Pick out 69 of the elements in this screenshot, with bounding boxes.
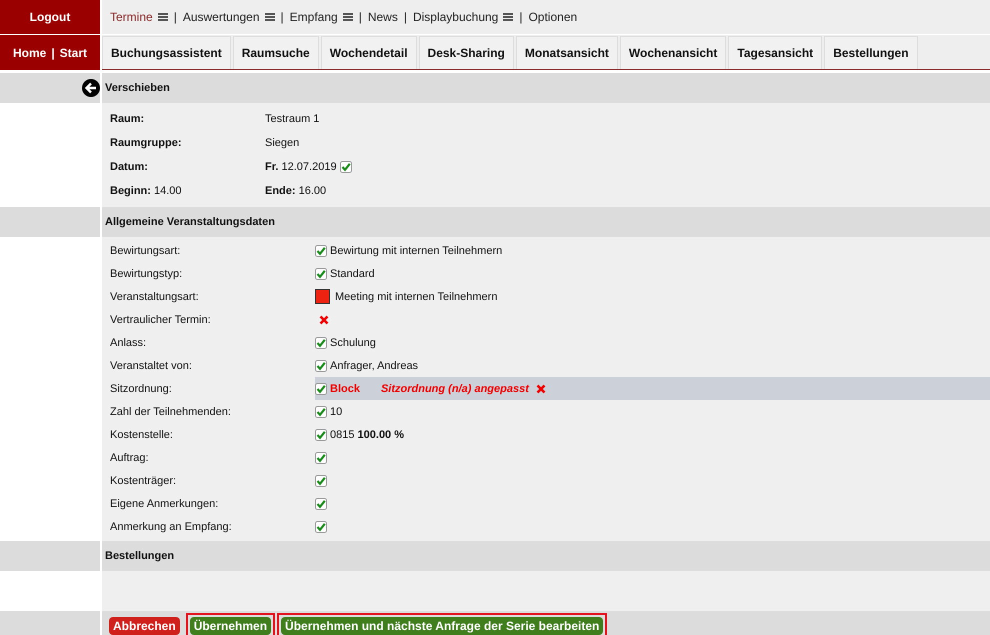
field-value: 16.00 xyxy=(298,185,326,197)
tab[interactable]: Raumsuche xyxy=(232,36,319,69)
field-value: 0815 100.00 % xyxy=(330,428,404,440)
nav-link[interactable]: Termine xyxy=(110,10,153,24)
warning-text: Sitzordnung (n/a) angepasst xyxy=(380,382,529,394)
tab[interactable]: Tagesansicht xyxy=(728,36,822,69)
field-value: Schulung xyxy=(330,336,376,348)
field-value: Meeting mit internen Teilnehmern xyxy=(335,290,498,302)
field-label: Auftrag: xyxy=(110,452,150,464)
menu-icon[interactable] xyxy=(342,13,353,21)
field-value: 12.07.2019 xyxy=(282,161,337,173)
menu-icon[interactable] xyxy=(158,13,168,21)
field-label: Datum: xyxy=(110,161,149,173)
nav-link[interactable]: News xyxy=(368,10,398,24)
tab[interactable]: Desk-Sharing xyxy=(418,36,514,69)
cross-icon xyxy=(536,384,546,394)
confirm-button[interactable]: Übernehmen xyxy=(190,617,272,635)
field-label: Ende: xyxy=(265,185,296,197)
menu-icon[interactable] xyxy=(503,13,514,21)
field-label: Eigene Anmerkungen: xyxy=(110,498,220,510)
separator: | xyxy=(519,10,522,24)
field-label: Bewirtungstyp: xyxy=(110,268,184,280)
back-icon[interactable] xyxy=(82,79,100,97)
tab[interactable]: Wochendetail xyxy=(320,36,417,69)
field-label: Zahl der Teilnehmenden: xyxy=(110,406,232,418)
field-label: Anlass: xyxy=(110,336,148,348)
separator: | xyxy=(404,10,407,24)
menu-icon[interactable] xyxy=(264,13,275,21)
tab[interactable]: Buchungsassistent xyxy=(102,36,231,69)
field-label: Raum: xyxy=(110,113,146,125)
weekday: Fr. xyxy=(265,161,278,173)
field-value: Standard xyxy=(330,268,375,280)
nav-link[interactable]: Displaybuchung xyxy=(412,10,498,24)
section-title: Bestellungen xyxy=(105,550,174,562)
field-label: Veranstaltungsart: xyxy=(110,290,200,302)
field-label: Veranstaltet von: xyxy=(110,360,193,372)
separator: | xyxy=(358,10,362,24)
logout-link[interactable]: Logout xyxy=(30,10,70,24)
start-link[interactable]: Start xyxy=(60,46,88,60)
tab[interactable]: Wochenansicht xyxy=(620,36,726,69)
section-title: Verschieben xyxy=(105,82,170,94)
tab[interactable]: Bestellungen xyxy=(824,36,918,69)
nav-link[interactable]: Auswertungen xyxy=(182,10,260,24)
field-value: Siegen xyxy=(265,137,300,149)
cross-icon xyxy=(319,314,329,324)
field-label: Raumgruppe: xyxy=(110,137,182,149)
field-value: Bewirtung mit internen Teilnehmern xyxy=(330,244,502,256)
field-label: Kostenstelle: xyxy=(110,428,174,440)
field-label: Beginn: xyxy=(110,185,151,197)
separator: | xyxy=(280,10,284,24)
field-label: Vertraulicher Termin: xyxy=(110,314,212,326)
field-value: Block xyxy=(330,382,360,394)
field-value: 10 xyxy=(330,406,342,418)
field-value: 14.00 xyxy=(154,185,182,197)
cancel-button[interactable]: Abbrechen xyxy=(109,617,180,635)
nav-link[interactable]: Empfang xyxy=(290,10,338,24)
field-label: Kostenträger: xyxy=(110,474,178,486)
section-title: Allgemeine Veranstaltungsdaten xyxy=(105,216,275,228)
tab[interactable]: Monatsansicht xyxy=(516,36,618,69)
home-link[interactable]: Home xyxy=(12,46,46,60)
field-label: Sitzordnung: xyxy=(110,382,173,394)
separator: | xyxy=(51,46,55,60)
separator: | xyxy=(174,10,177,24)
confirm-button[interactable]: Übernehmen und nächste Anfrage der Serie bearbeiten xyxy=(281,617,604,635)
nav-link[interactable]: Optionen xyxy=(528,10,578,24)
field-value: Testraum 1 xyxy=(265,113,320,125)
field-value: Anfrager, Andreas xyxy=(330,360,418,372)
field-label: Anmerkung an Empfang: xyxy=(110,520,233,532)
field-label: Bewirtungsart: xyxy=(110,244,182,256)
